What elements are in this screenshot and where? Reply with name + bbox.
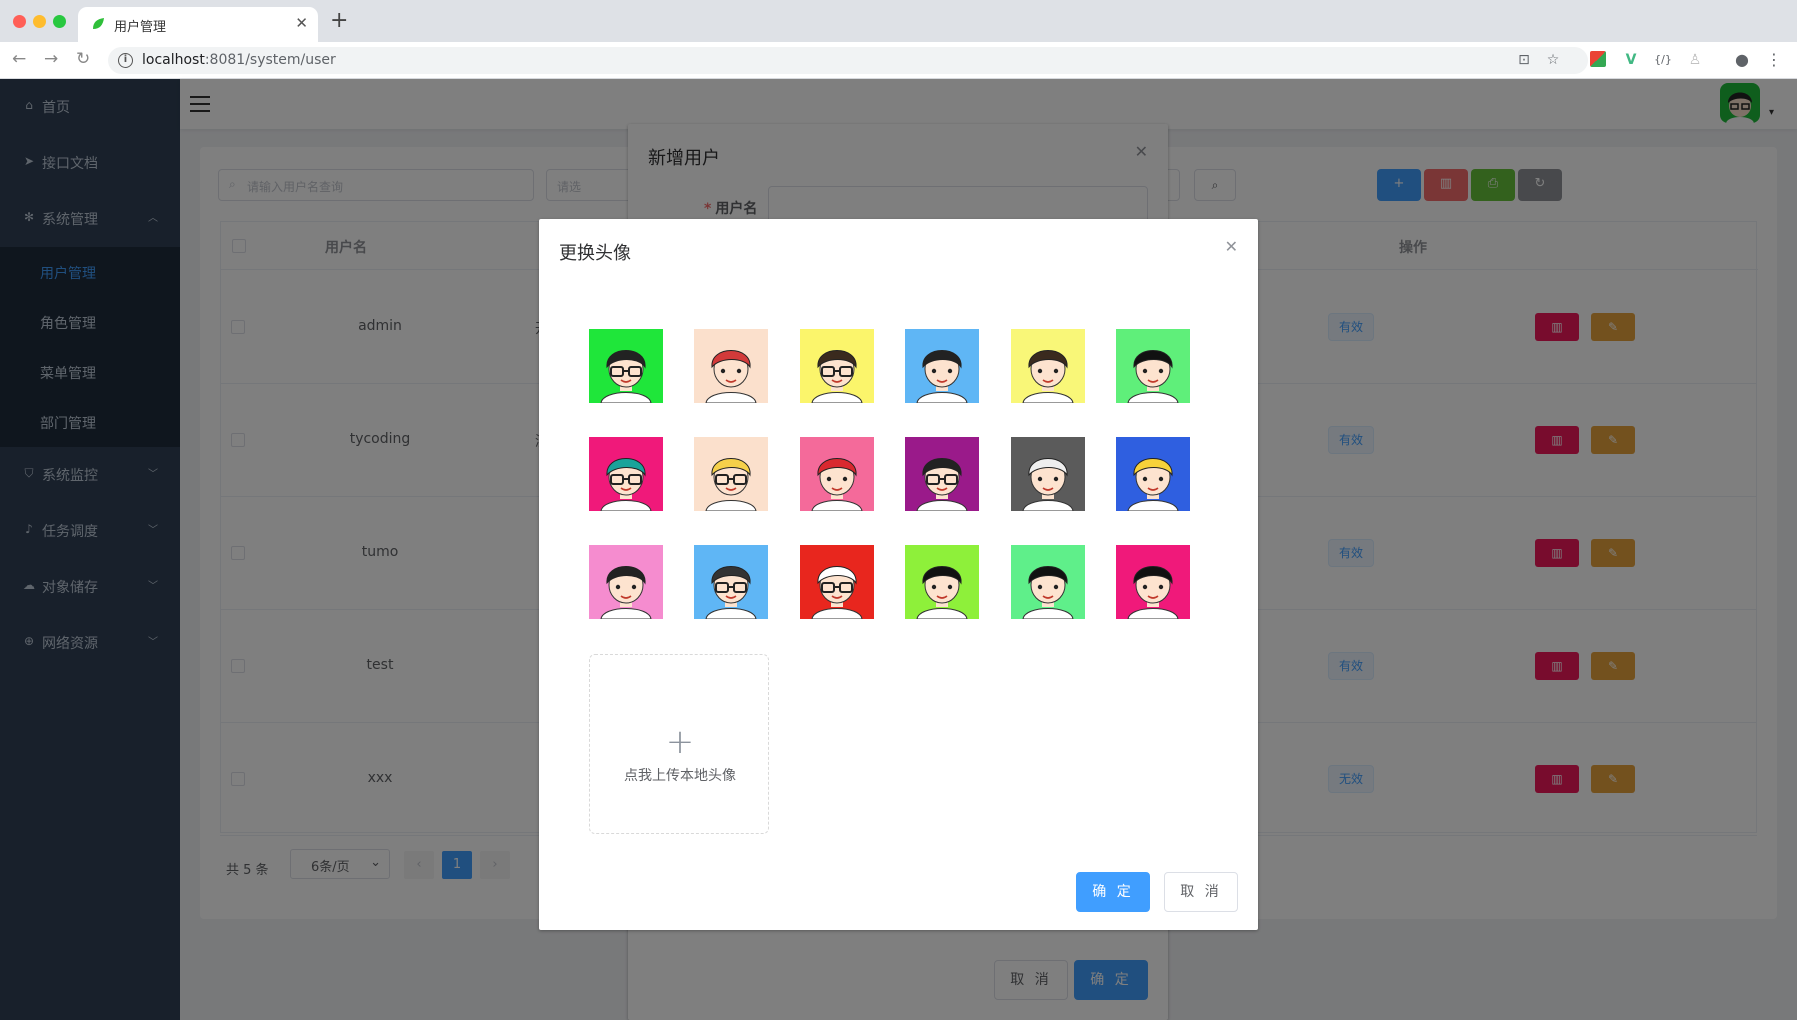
- back-arrow-icon[interactable]: ←: [12, 49, 26, 69]
- avatar-option[interactable]: [1010, 545, 1085, 619]
- avatar-grid: [588, 329, 1208, 619]
- new-tab-button[interactable]: +: [330, 10, 348, 32]
- close-icon[interactable]: ✕: [1225, 237, 1238, 256]
- browser-tab[interactable]: 用户管理 ✕: [78, 7, 318, 42]
- info-icon[interactable]: i: [118, 53, 133, 68]
- window-maximize-button[interactable]: [53, 15, 66, 28]
- avatar-option[interactable]: [694, 329, 769, 403]
- dialog-title: 更换头像: [559, 243, 631, 264]
- browser-tabbar: 用户管理 ✕ +: [0, 0, 1797, 42]
- avatar-confirm-button[interactable]: 确 定: [1076, 872, 1150, 912]
- star-icon[interactable]: ☆: [1544, 51, 1562, 69]
- plus-icon: +: [665, 722, 695, 762]
- avatar-cancel-button[interactable]: 取 消: [1164, 872, 1238, 912]
- avatar-option[interactable]: [1116, 545, 1190, 619]
- avatar-option[interactable]: [589, 437, 663, 511]
- avatar-option[interactable]: [1010, 329, 1085, 403]
- avatar-option[interactable]: [905, 437, 980, 511]
- url-text: localhost:8081/system/user: [142, 52, 336, 68]
- address-bar[interactable]: i localhost:8081/system/user ⊡ ☆: [108, 47, 1588, 74]
- profile-icon[interactable]: ●: [1733, 51, 1751, 69]
- tab-title: 用户管理: [114, 20, 167, 35]
- reload-icon[interactable]: ↻: [76, 49, 90, 69]
- forward-arrow-icon[interactable]: →: [44, 49, 58, 69]
- avatar-option[interactable]: [905, 545, 980, 619]
- tab-close-icon[interactable]: ✕: [295, 14, 308, 32]
- avatar-option[interactable]: [905, 329, 980, 403]
- change-avatar-dialog: 更换头像 ✕ + 点我上传本地头像 确 定 取 消: [539, 219, 1258, 930]
- browser-toolbar: ← → ↻ i localhost:8081/system/user ⊡ ☆ V…: [0, 42, 1797, 79]
- avatar-option[interactable]: [799, 329, 874, 403]
- vue-devtools-icon[interactable]: V: [1622, 51, 1640, 69]
- avatar-option[interactable]: [1010, 437, 1085, 511]
- avatar-option[interactable]: [589, 329, 663, 403]
- leaf-icon: [93, 18, 104, 29]
- avatar-option[interactable]: [1116, 329, 1190, 403]
- avatar-option[interactable]: [799, 545, 874, 619]
- window-close-button[interactable]: [13, 15, 26, 28]
- avatar-option[interactable]: [799, 437, 874, 511]
- avatar-option[interactable]: [694, 545, 769, 619]
- avatar-option[interactable]: [1116, 437, 1190, 511]
- extension-color-icon[interactable]: [1590, 51, 1606, 67]
- upload-avatar-button[interactable]: + 点我上传本地头像: [589, 654, 769, 834]
- more-menu-icon[interactable]: ⋮: [1765, 51, 1783, 69]
- extension-person-icon[interactable]: ♙: [1686, 51, 1704, 69]
- avatar-option[interactable]: [589, 545, 663, 619]
- avatar-option[interactable]: [694, 437, 769, 511]
- translate-icon[interactable]: ⊡: [1515, 51, 1533, 69]
- json-extension-icon[interactable]: {/}: [1654, 51, 1672, 69]
- window-minimize-button[interactable]: [33, 15, 46, 28]
